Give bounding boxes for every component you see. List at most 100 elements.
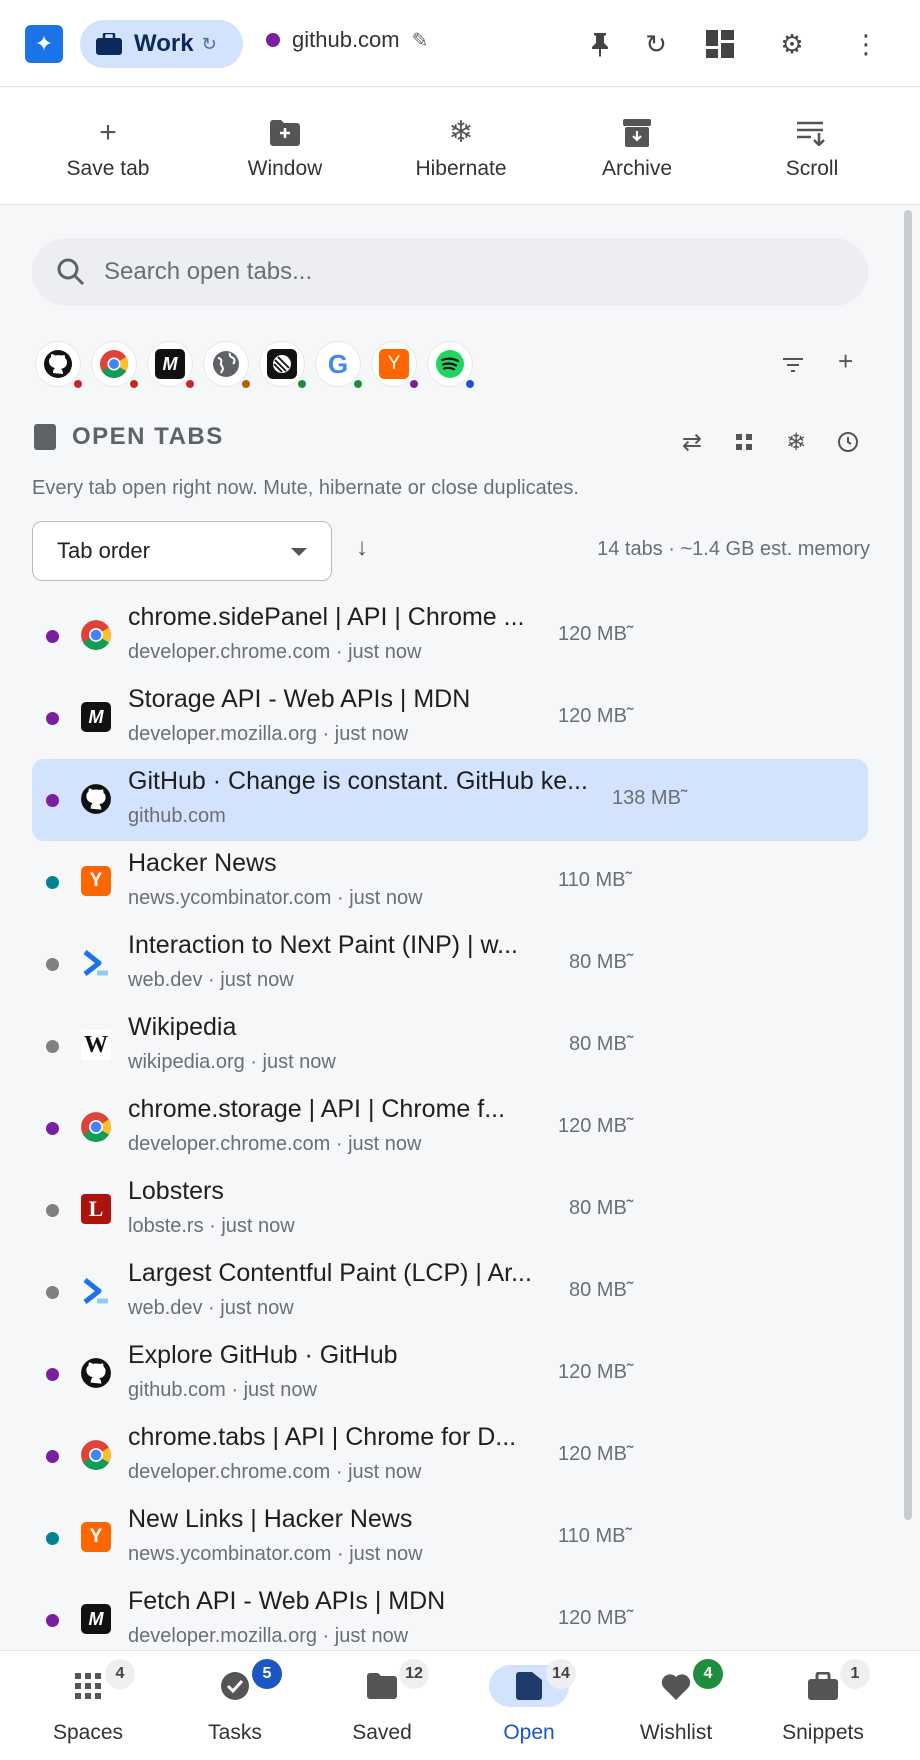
nav-label: Wishlist — [639, 1721, 713, 1744]
current-domain[interactable]: github.com ✎ — [266, 27, 428, 53]
tab-row[interactable]: GitHub · Change is constant. GitHub ke..… — [32, 759, 868, 841]
filter-badge — [184, 378, 196, 390]
grid-view-icon[interactable] — [726, 424, 762, 460]
tab-title: chrome.storage | API | Chrome f... — [128, 1095, 506, 1123]
tab-row[interactable]: Interaction to Next Paint (INP) | w... we… — [32, 923, 868, 1005]
tab-memory: 80 MB˜ — [569, 1279, 634, 1301]
tab-row[interactable]: chrome.storage | API | Chrome f... develo… — [32, 1087, 868, 1169]
nav-label: Tasks — [208, 1721, 262, 1744]
tab-row[interactable]: Explore GitHub · GitHub github.com · just… — [32, 1333, 868, 1415]
tab-title: chrome.sidePanel | API | Chrome ... — [128, 603, 525, 631]
tab-memory: 110 MB˜ — [558, 869, 633, 891]
folder-plus-icon — [270, 113, 300, 153]
tab-row[interactable]: chrome.tabs | API | Chrome for D... devel… — [32, 1415, 868, 1497]
tab-memory: 120 MB˜ — [558, 705, 634, 727]
nav-count-badge: 1 — [840, 1659, 870, 1689]
tab-row[interactable]: chrome.sidePanel | API | Chrome ... devel… — [32, 595, 868, 677]
tab-memory: 120 MB˜ — [558, 1607, 634, 1629]
filter-badge — [128, 378, 140, 390]
reload-icon[interactable]: ↻ — [638, 26, 674, 62]
scroll-button[interactable]: Scroll — [737, 88, 887, 205]
tab-row[interactable]: Y Hacker News news.ycombinator.com · just … — [32, 841, 868, 923]
scrollbar-thumb[interactable] — [904, 210, 912, 1520]
space-switcher[interactable]: Work ↻ — [80, 20, 243, 68]
filter-google-icon[interactable]: G — [316, 342, 364, 390]
edit-pencil-icon[interactable]: ✎ — [412, 28, 429, 53]
tab-meta: github.com · just now — [128, 1379, 317, 1401]
pin-icon[interactable] — [582, 26, 618, 62]
nav-label: Saved — [352, 1721, 412, 1744]
history-clock-icon[interactable] — [830, 424, 866, 460]
filter-github-icon[interactable] — [36, 342, 84, 390]
sort-order-select[interactable]: Tab order — [32, 521, 332, 581]
nav-label: Snippets — [782, 1721, 864, 1744]
more-vert-icon[interactable]: ⋮ — [848, 26, 884, 62]
tab-row[interactable]: Y New Links | Hacker News news.ycombinator… — [32, 1497, 868, 1579]
tab-row[interactable]: M Fetch API - Web APIs | MDN developer.moz… — [32, 1579, 868, 1661]
tab-memory: 120 MB˜ — [558, 1361, 634, 1383]
save-tab-button[interactable]: + Save tab — [33, 88, 183, 205]
tab-status-dot — [46, 1040, 59, 1053]
tab-title: Storage API - Web APIs | MDN — [128, 685, 471, 713]
sort-direction-arrow-icon[interactable]: ↓ — [356, 534, 368, 562]
top-header: ✦ Work ↻ github.com ✎ ↻ ⚙ ⋮ — [0, 0, 920, 87]
tab-status-dot — [46, 630, 59, 643]
tab-title: GitHub · Change is constant. GitHub ke..… — [128, 767, 588, 795]
new-window-button[interactable]: Window — [210, 88, 360, 205]
filter-mdn-icon[interactable]: M — [148, 342, 196, 390]
filter-spotify-icon[interactable] — [428, 342, 476, 390]
search-bar — [32, 238, 868, 306]
add-filter-plus-icon[interactable]: + — [838, 346, 853, 377]
filter-chrome-icon[interactable] — [92, 342, 140, 390]
tab-meta: developer.chrome.com · just now — [128, 641, 422, 663]
archive-button[interactable]: Archive — [562, 88, 712, 205]
tab-title: Interaction to Next Paint (INP) | w... — [128, 931, 518, 959]
tab-status-dot — [46, 1532, 59, 1545]
tab-title: Lobsters — [128, 1177, 224, 1205]
tab-meta: developer.mozilla.org · just now — [128, 1625, 409, 1647]
settings-gear-icon[interactable]: ⚙ — [774, 26, 810, 62]
book-icon — [34, 424, 56, 450]
tab-meta: lobste.rs · just now — [128, 1215, 295, 1237]
nav-tasks[interactable]: 5 Tasks — [160, 1651, 310, 1760]
filter-list-icon[interactable] — [782, 350, 804, 381]
tab-row[interactable]: Largest Contentful Paint (LCP) | Ar... we… — [32, 1251, 868, 1333]
tab-memory: 120 MB˜ — [558, 1115, 634, 1137]
quick-actions-bar: + Save tab Window ❄ Hibernate Archive Sc… — [0, 88, 920, 205]
tab-row[interactable]: L Lobsters lobste.rs · just now 80 MB˜ — [32, 1169, 868, 1251]
sync-icon: ↻ — [201, 33, 217, 54]
search-input[interactable] — [104, 258, 804, 286]
app-logo-sparkle-icon[interactable]: ✦ — [25, 25, 63, 63]
nav-spaces[interactable]: 4 Spaces — [13, 1651, 163, 1760]
plus-icon: + — [99, 115, 117, 149]
tabs-summary: 14 tabs · ~1.4 GB est. memory — [597, 538, 870, 560]
filter-ycombinator-icon[interactable]: Y — [372, 342, 420, 390]
tab-title: New Links | Hacker News — [128, 1505, 413, 1533]
section-header: OPEN TABS — [34, 423, 224, 451]
filter-badge — [296, 378, 308, 390]
nav-open[interactable]: 14 Open — [454, 1651, 604, 1760]
bottom-navigation: 4 Spaces 5 Tasks 12 Saved 14 Open 4 Wish… — [0, 1650, 920, 1760]
tab-memory: 138 MB˜ — [612, 787, 688, 809]
sort-list-icon — [797, 113, 827, 153]
filter-linear-icon[interactable] — [260, 342, 308, 390]
section-description: Every tab open right now. Mute, hibernat… — [32, 477, 579, 499]
tab-row[interactable]: M Storage API - Web APIs | MDN developer.m… — [32, 677, 868, 759]
chrome-favicon-icon — [80, 619, 112, 651]
filter-badge — [72, 378, 84, 390]
chrome-favicon-icon — [80, 1111, 112, 1143]
briefcase-icon — [96, 33, 122, 55]
hibernate-button[interactable]: ❄ Hibernate — [386, 88, 536, 205]
swap-icon[interactable]: ⇄ — [674, 424, 710, 460]
tab-memory: 110 MB˜ — [558, 1525, 633, 1547]
tab-title: Hacker News — [128, 849, 277, 877]
nav-snippets[interactable]: 1 Snippets — [748, 1651, 898, 1760]
nav-wishlist[interactable]: 4 Wishlist — [601, 1651, 751, 1760]
section-title: OPEN TABS — [72, 423, 224, 450]
tab-row[interactable]: W Wikipedia wikipedia.org · just now 80 MB˜ — [32, 1005, 868, 1087]
nav-saved[interactable]: 12 Saved — [307, 1651, 457, 1760]
filter-globe-icon[interactable] — [204, 342, 252, 390]
tab-meta: news.ycombinator.com · just now — [128, 1543, 423, 1565]
hibernate-all-snowflake-icon[interactable]: ❄ — [778, 424, 814, 460]
dashboard-icon[interactable] — [702, 26, 738, 62]
